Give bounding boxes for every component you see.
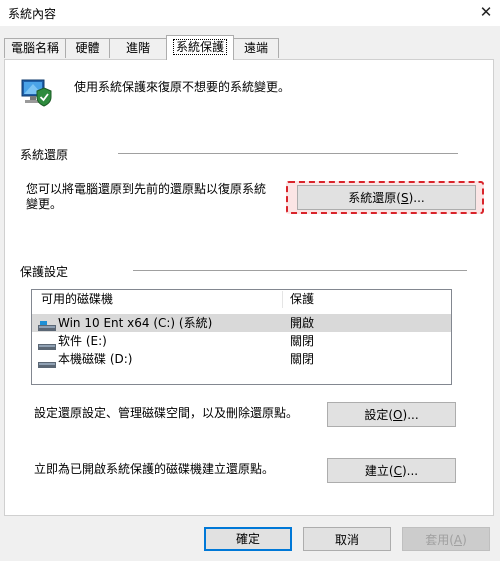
tab-advanced[interactable]: 進階 (109, 38, 167, 58)
column-header-drive[interactable]: 可用的磁碟機 (41, 290, 113, 309)
drive-row[interactable]: 本機磁碟 (D:) 關閉 (32, 350, 451, 368)
drive-icon (38, 356, 56, 368)
system-drive-icon (38, 318, 56, 331)
intro-text: 使用系統保護來復原不想要的系統變更。 (74, 80, 291, 94)
tab-label: 遠端 (243, 41, 268, 55)
tab-label: 系統保護 (172, 39, 228, 55)
configure-key: O (393, 408, 403, 422)
drive-row[interactable]: 软件 (E:) 關閉 (32, 332, 451, 350)
apply-label: 套用 (425, 533, 450, 547)
tab-system-protection[interactable]: 系統保護 (166, 35, 234, 60)
system-restore-suffix: ... (413, 191, 425, 205)
restore-divider (118, 153, 458, 154)
apply-button[interactable]: 套用(A) (402, 527, 490, 551)
create-button[interactable]: 建立(C)... (327, 458, 456, 483)
system-restore-button[interactable]: 系統還原(S)... (297, 185, 476, 210)
system-restore-label: 系統還原 (348, 191, 397, 205)
title-bar: 系統內容 ✕ (0, 0, 500, 26)
cancel-button[interactable]: 取消 (303, 527, 391, 551)
protection-heading: 保護設定 (20, 265, 69, 279)
window-title: 系統內容 (8, 7, 57, 21)
configure-button[interactable]: 設定(O)... (327, 402, 456, 427)
restore-description-line2: 變更。 (26, 197, 63, 211)
drive-name: 本機磁碟 (D:) (58, 352, 133, 366)
tab-label: 硬體 (75, 41, 100, 55)
system-restore-key: S (400, 191, 409, 205)
configure-suffix: ... (407, 408, 419, 422)
drive-protection: 關閉 (290, 352, 315, 366)
drive-protection: 開啟 (290, 316, 315, 330)
drive-row[interactable]: Win 10 Ent x64 (C:) (系統) 開啟 (32, 314, 451, 332)
apply-key: A (453, 533, 463, 547)
cancel-label: 取消 (334, 533, 359, 547)
drive-name: Win 10 Ent x64 (C:) (系統) (58, 316, 213, 330)
tab-remote[interactable]: 遠端 (233, 38, 279, 58)
close-button[interactable]: ✕ (474, 1, 498, 23)
system-protection-icon (20, 76, 54, 108)
configure-description: 設定還原設定、管理磁碟空間，以及刪除還原點。 (34, 406, 299, 420)
column-separator (282, 291, 283, 308)
tab-computer-name[interactable]: 電腦名稱 (4, 38, 66, 58)
drive-icon (38, 338, 56, 350)
create-label: 建立 (364, 464, 389, 478)
create-description: 立即為已開啟系統保護的磁碟機建立還原點。 (34, 462, 275, 476)
configure-label: 設定 (364, 408, 389, 422)
drive-name: 软件 (E:) (58, 334, 107, 348)
close-icon: ✕ (479, 3, 493, 21)
restore-heading: 系統還原 (20, 148, 69, 162)
tab-label: 電腦名稱 (10, 41, 59, 55)
create-key: C (393, 464, 402, 478)
protection-divider (133, 270, 467, 271)
ok-button[interactable]: 確定 (204, 527, 292, 551)
drive-list[interactable]: 可用的磁碟機 保護 Win 10 Ent x64 (C:) (系統) 開啟 软件… (31, 289, 452, 385)
tab-panel (4, 59, 494, 516)
tab-hardware[interactable]: 硬體 (65, 38, 110, 58)
drive-protection: 關閉 (290, 334, 315, 348)
ok-label: 確定 (235, 532, 260, 546)
tab-label: 進階 (125, 41, 150, 55)
column-header-protection[interactable]: 保護 (290, 290, 314, 309)
create-suffix: ... (406, 464, 419, 478)
